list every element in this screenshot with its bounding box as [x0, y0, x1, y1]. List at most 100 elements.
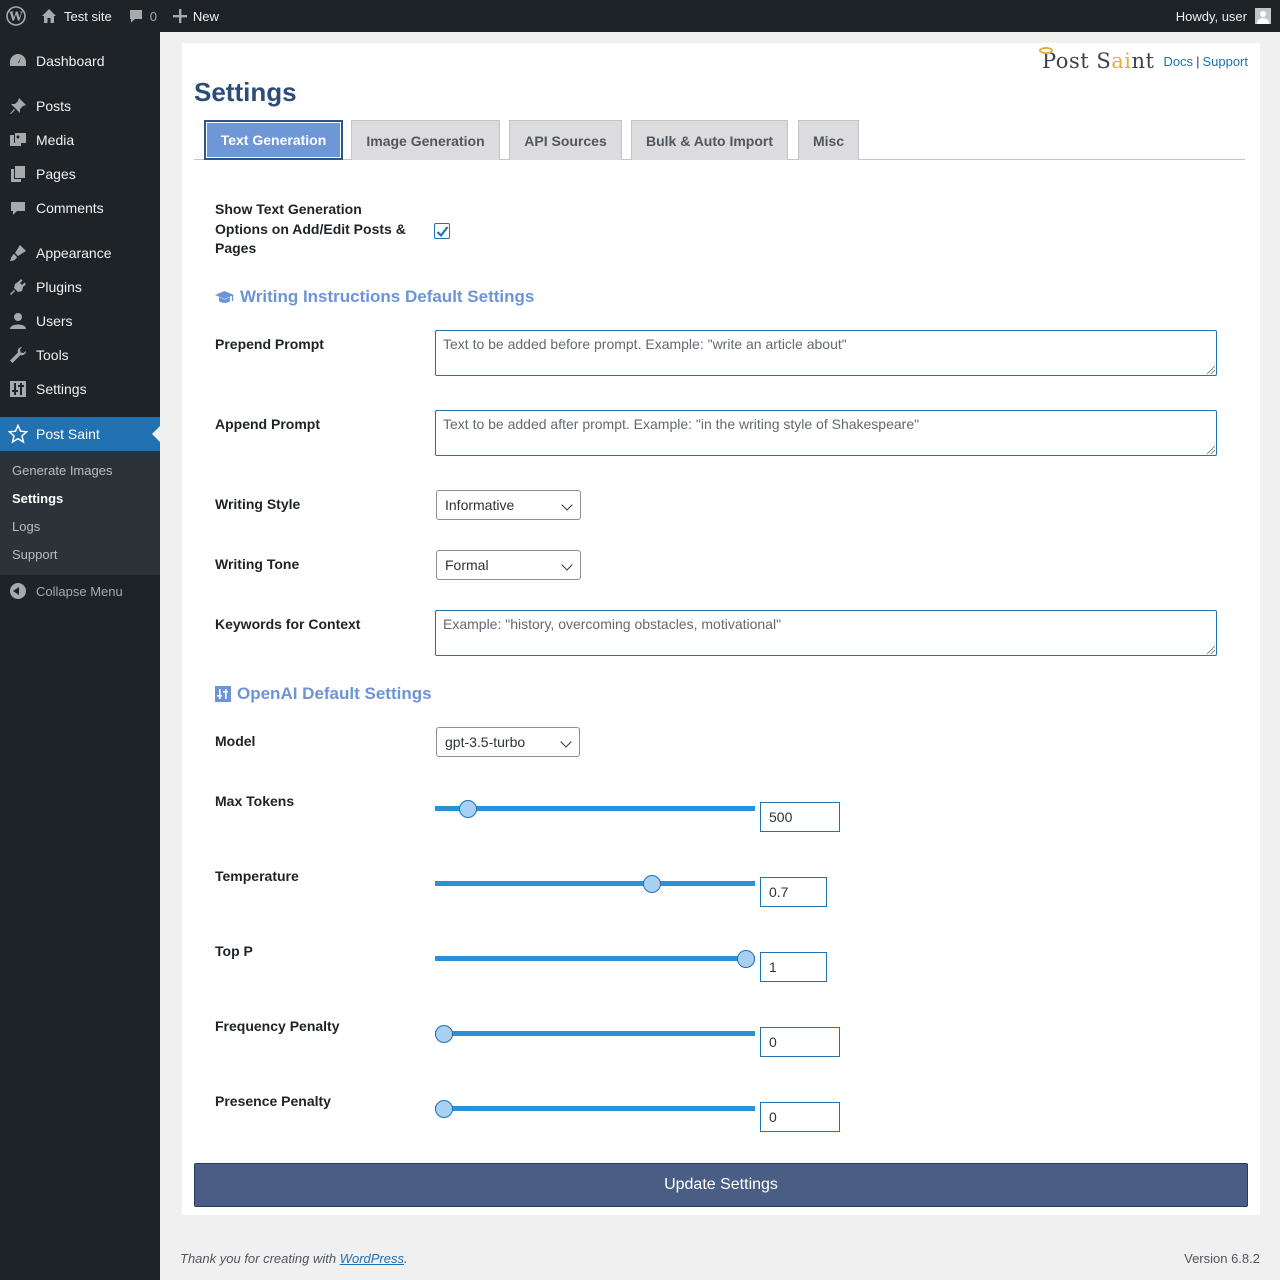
home-icon: [41, 8, 57, 24]
submenu-item-settings[interactable]: Settings: [12, 491, 63, 506]
writing-tone-select[interactable]: Formal: [436, 550, 581, 580]
page-title: Settings: [194, 77, 297, 107]
new-label: New: [192, 8, 219, 24]
slider-thumb[interactable]: [643, 875, 662, 893]
writing-tone-value: Formal: [445, 557, 489, 573]
sidebar-item-media[interactable]: Media: [0, 123, 160, 157]
sidebar-item-label: Media: [36, 132, 75, 148]
tab-misc[interactable]: Misc: [798, 120, 859, 160]
sidebar-item-comments[interactable]: Comments: [0, 191, 160, 225]
top-p-slider[interactable]: [435, 948, 755, 970]
slider-thumb[interactable]: [459, 800, 478, 818]
sidebar-item-label: Settings: [36, 381, 87, 397]
sidebar-item-pages[interactable]: Pages: [0, 157, 160, 191]
tab-image-generation[interactable]: Image Generation: [351, 120, 500, 160]
checkmark-icon: [436, 226, 449, 238]
tab-api-sources[interactable]: API Sources: [509, 120, 622, 160]
keywords-textarea[interactable]: Example: "history, overcoming obstacles,…: [435, 610, 1217, 656]
collapse-menu-button[interactable]: Collapse Menu: [0, 577, 123, 605]
new-content-link[interactable]: New: [165, 0, 227, 32]
brand-header: Post Saint Docs | Support: [1039, 47, 1248, 73]
slider-thumb[interactable]: [435, 1025, 453, 1043]
temperature-slider[interactable]: [435, 873, 755, 895]
sidebar-item-plugins[interactable]: Plugins: [0, 270, 160, 304]
sidebar-item-appearance[interactable]: Appearance: [0, 236, 160, 270]
pages-icon: [0, 165, 36, 183]
settings-panel: Post Saint Docs | Support Settings Text …: [182, 43, 1260, 1215]
presence-penalty-label: Presence Penalty: [215, 1093, 331, 1109]
graduation-cap-icon: [215, 291, 234, 303]
max-tokens-input[interactable]: 500: [760, 802, 840, 832]
writing-section-heading: Writing Instructions Default Settings: [215, 287, 534, 307]
support-link[interactable]: Support: [1202, 54, 1248, 69]
sidebar-item-post-saint[interactable]: Post Saint: [0, 417, 160, 451]
prepend-prompt-label: Prepend Prompt: [215, 336, 324, 352]
writing-style-select[interactable]: Informative: [436, 490, 581, 520]
temperature-input[interactable]: 0.7: [760, 877, 827, 907]
sidebar-item-label: Dashboard: [36, 53, 105, 69]
slider-thumb[interactable]: [435, 1100, 453, 1118]
sidebar-item-label: Pages: [36, 166, 76, 182]
sidebar-item-posts[interactable]: Posts: [0, 89, 160, 123]
sidebar-item-label: Plugins: [36, 279, 82, 295]
sliders-icon: [215, 686, 231, 702]
sidebar-item-users[interactable]: Users: [0, 304, 160, 338]
model-select[interactable]: gpt-3.5-turbo: [436, 727, 580, 757]
submenu-item-generate-images[interactable]: Generate Images: [12, 463, 112, 478]
top-p-label: Top P: [215, 943, 253, 959]
comment-icon: [128, 8, 144, 24]
max-tokens-slider[interactable]: [435, 798, 755, 820]
admin-bar: W Test site 0 New Howdy, user: [0, 0, 1280, 32]
frequency-penalty-input[interactable]: 0: [760, 1027, 840, 1057]
media-icon: [0, 131, 36, 149]
prepend-prompt-textarea[interactable]: Text to be added before prompt. Example:…: [435, 330, 1217, 376]
wrench-icon: [0, 346, 36, 364]
show-options-checkbox[interactable]: [434, 223, 450, 239]
slider-thumb[interactable]: [737, 950, 755, 968]
wordpress-logo-icon[interactable]: W: [0, 0, 33, 32]
max-tokens-label: Max Tokens: [215, 793, 295, 809]
tab-bulk-auto-import[interactable]: Bulk & Auto Import: [631, 120, 788, 160]
sidebar-item-label: Appearance: [36, 245, 112, 261]
sidebar-item-tools[interactable]: Tools: [0, 338, 160, 372]
comments-link[interactable]: 0: [120, 0, 165, 32]
docs-link[interactable]: Docs: [1163, 54, 1193, 69]
sidebar-item-dashboard[interactable]: Dashboard: [0, 44, 160, 78]
collapse-menu-label: Collapse Menu: [36, 583, 123, 599]
presence-penalty-input[interactable]: 0: [760, 1102, 840, 1132]
comments-count: 0: [149, 8, 157, 24]
star-icon: [0, 424, 36, 444]
sidebar-item-label: Comments: [36, 200, 104, 216]
post-saint-logo: Post Saint: [1039, 47, 1154, 73]
tab-text-generation[interactable]: Text Generation: [204, 120, 343, 160]
update-settings-button[interactable]: Update Settings: [194, 1163, 1248, 1207]
model-label: Model: [215, 733, 256, 749]
post-saint-submenu: Generate Images Settings Logs Support: [0, 451, 160, 575]
wordpress-link[interactable]: WordPress: [340, 1251, 404, 1266]
settings-tabs: Text Generation Image Generation API Sou…: [194, 118, 1245, 160]
append-prompt-textarea[interactable]: Text to be added after prompt. Example: …: [435, 410, 1217, 456]
site-name-link[interactable]: Test site: [33, 0, 120, 32]
sidebar-item-settings[interactable]: Settings: [0, 372, 160, 406]
keywords-label: Keywords for Context: [215, 616, 361, 632]
top-p-input[interactable]: 1: [760, 952, 827, 982]
model-value: gpt-3.5-turbo: [445, 734, 526, 750]
sidebar-item-label: Post Saint: [36, 426, 100, 442]
show-options-label: Show Text Generation Options on Add/Edit…: [215, 201, 406, 256]
chevron-down-icon: [561, 559, 573, 571]
openai-section-heading: OpenAI Default Settings: [215, 684, 432, 704]
slider-track: [435, 956, 755, 961]
submenu-item-logs[interactable]: Logs: [12, 519, 40, 534]
writing-style-value: Informative: [445, 497, 515, 513]
sidebar-item-label: Users: [36, 313, 73, 329]
slider-track: [435, 806, 755, 811]
append-prompt-label: Append Prompt: [215, 416, 320, 432]
submenu-item-support[interactable]: Support: [12, 547, 58, 562]
avatar: [1255, 8, 1271, 24]
frequency-penalty-slider[interactable]: [435, 1023, 755, 1045]
presence-penalty-slider[interactable]: [435, 1098, 755, 1120]
footer-version: Version 6.8.2: [1184, 1251, 1260, 1266]
chevron-down-icon: [561, 499, 573, 511]
account-menu[interactable]: Howdy, user: [1168, 0, 1280, 32]
collapse-icon: [10, 583, 26, 599]
